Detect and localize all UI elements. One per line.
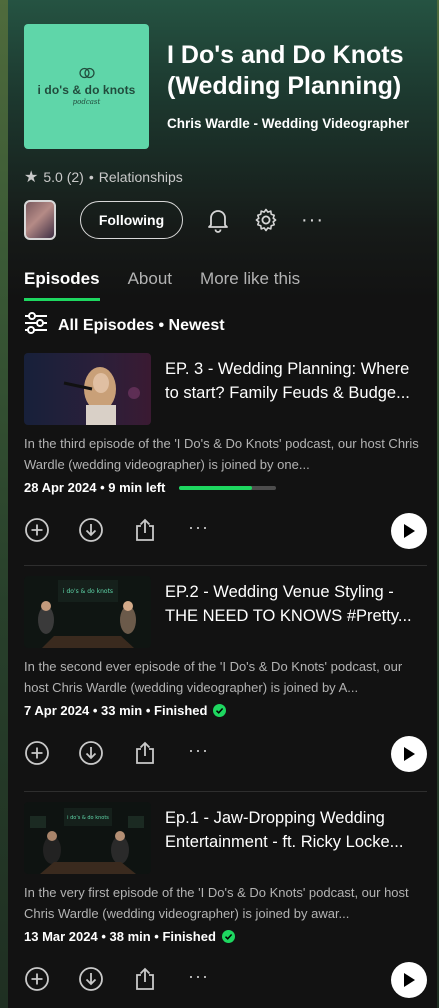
svg-text:i do's & do knots: i do's & do knots (67, 815, 109, 821)
cover-title: i do's & do knots (37, 83, 136, 97)
episode-actions: ··· (24, 962, 427, 998)
star-icon: ★ (24, 169, 39, 186)
episode-title[interactable]: Ep.1 - Jaw-Dropping Wedding Entertainmen… (165, 806, 427, 854)
episode-thumbnail (24, 353, 151, 425)
bell-icon[interactable] (205, 207, 231, 233)
episode-thumbnail: i do's & do knots (24, 802, 151, 874)
episode-title[interactable]: EP.2 - Wedding Venue Styling - THE NEED … (165, 580, 427, 628)
rating-value: 5.0 (2) (43, 169, 84, 185)
tab-more-like-this[interactable]: More like this (200, 269, 300, 301)
podcast-cover: i do's & do knots podcast (24, 24, 149, 149)
podcast-actions: Following ··· (24, 199, 324, 241)
episode-title[interactable]: EP. 3 - Wedding Planning: Where to start… (165, 357, 427, 405)
episode-actions: ··· (24, 736, 427, 772)
more-options-icon[interactable]: ··· (188, 517, 209, 538)
play-button[interactable] (391, 962, 427, 998)
cover-subtitle: podcast (72, 98, 101, 106)
category-link[interactable]: Relationships (99, 169, 183, 185)
tab-episodes[interactable]: Episodes (24, 269, 100, 301)
share-icon[interactable] (132, 740, 158, 766)
episode-meta-text: 7 Apr 2024 • 33 min • Finished (24, 703, 208, 718)
episode-meta: 7 Apr 2024 • 33 min • Finished (24, 703, 227, 718)
finished-check-icon (213, 704, 227, 717)
divider (24, 791, 427, 792)
play-button[interactable] (391, 513, 427, 549)
more-options-icon[interactable]: ··· (188, 740, 209, 761)
download-icon[interactable] (78, 740, 104, 766)
gear-icon[interactable] (253, 207, 279, 233)
separator-dot: • (88, 169, 94, 185)
episode-description: In the second ever episode of the 'I Do'… (24, 659, 403, 695)
finished-check-icon (221, 930, 235, 943)
add-icon[interactable] (24, 966, 50, 992)
rating-row: ★ 5.0 (2) • Relationships (24, 167, 183, 187)
podcast-panel: i do's & do knots podcast I Do's and Do … (8, 0, 437, 1008)
svg-text:i do's & do knots: i do's & do knots (63, 588, 113, 595)
share-icon[interactable] (132, 966, 158, 992)
add-icon[interactable] (24, 740, 50, 766)
episode-meta: 13 Mar 2024 • 38 min • Finished (24, 929, 235, 944)
rings-icon (78, 67, 96, 82)
add-icon[interactable] (24, 517, 50, 543)
episode-actions: ··· (24, 513, 427, 549)
podcast-author[interactable]: Chris Wardle - Wedding Videographer (167, 116, 409, 131)
more-options-icon[interactable]: ··· (301, 210, 324, 230)
share-icon[interactable] (132, 517, 158, 543)
tab-bar: Episodes About More like this (24, 269, 300, 301)
tab-about[interactable]: About (128, 269, 172, 301)
filter-sliders-icon (24, 312, 48, 339)
download-icon[interactable] (78, 517, 104, 543)
filter-label: All Episodes • Newest (58, 316, 225, 334)
episode-meta-text: 28 Apr 2024 • 9 min left (24, 480, 166, 495)
following-button[interactable]: Following (80, 201, 183, 239)
divider (24, 565, 427, 566)
episode-filter[interactable]: All Episodes • Newest (24, 312, 225, 339)
host-avatar[interactable] (24, 200, 56, 240)
play-button[interactable] (391, 736, 427, 772)
episode-meta-text: 13 Mar 2024 • 38 min • Finished (24, 929, 216, 944)
episode-progress-bar (179, 485, 277, 490)
more-options-icon[interactable]: ··· (188, 966, 209, 987)
episode-thumbnail: i do's & do knots (24, 576, 151, 648)
episode-description: In the third episode of the 'I Do's & Do… (24, 436, 419, 472)
episode-meta: 28 Apr 2024 • 9 min left (24, 480, 277, 495)
podcast-title: I Do's and Do Knots (Wedding Planning) (167, 41, 404, 100)
episode-progress-fill (179, 485, 253, 490)
episode-description: In the very first episode of the 'I Do's… (24, 885, 409, 921)
download-icon[interactable] (78, 966, 104, 992)
